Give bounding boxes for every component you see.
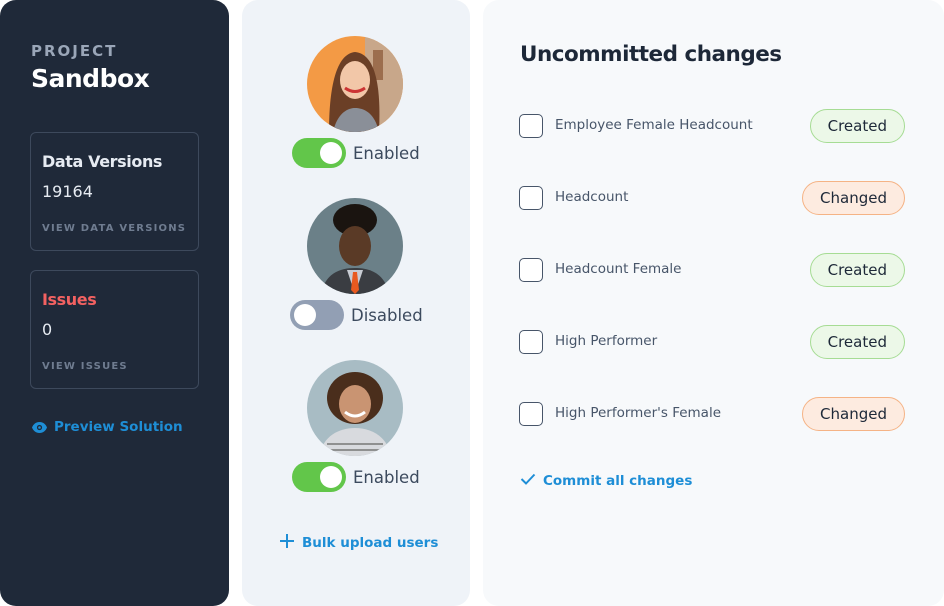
status-badge: Changed	[802, 397, 905, 431]
change-label: High Performer	[555, 333, 658, 349]
change-label: High Performer's Female	[555, 405, 722, 421]
user-toggle-row: Disabled	[290, 300, 423, 330]
commit-all-changes-button[interactable]: Commit all changes	[520, 473, 692, 489]
change-row: High Performer Created	[519, 325, 905, 359]
change-checkbox[interactable]	[519, 258, 543, 282]
commit-all-label: Commit all changes	[543, 473, 693, 489]
change-row: Headcount Female Created	[519, 253, 905, 287]
issues-count: 0	[42, 320, 53, 339]
change-checkbox[interactable]	[519, 186, 543, 210]
project-label: PROJECT	[31, 42, 118, 60]
user-status-toggle[interactable]	[290, 300, 344, 330]
change-checkbox[interactable]	[519, 402, 543, 426]
check-icon	[520, 473, 536, 489]
user-toggle-row: Enabled	[292, 462, 420, 492]
user-toggle-row: Enabled	[292, 138, 420, 168]
data-versions-count: 19164	[42, 182, 93, 201]
view-issues-link[interactable]: VIEW ISSUES	[42, 361, 128, 372]
change-row: Employee Female Headcount Created	[519, 109, 905, 143]
change-checkbox[interactable]	[519, 330, 543, 354]
project-sidebar: PROJECT Sandbox Data Versions 19164 VIEW…	[0, 0, 229, 606]
user-status-toggle[interactable]	[292, 138, 346, 168]
status-badge: Created	[809, 325, 905, 359]
user-avatar	[307, 36, 403, 132]
view-data-versions-link[interactable]: VIEW DATA VERSIONS	[42, 223, 186, 234]
project-name: Sandbox	[31, 64, 150, 93]
plus-icon	[279, 533, 295, 553]
change-label: Headcount Female	[555, 261, 682, 277]
change-label: Employee Female Headcount	[555, 117, 753, 133]
issues-title: Issues	[42, 290, 97, 309]
change-row: High Performer's Female Changed	[519, 397, 905, 431]
bulk-upload-users-button[interactable]: Bulk upload users	[279, 533, 438, 553]
uncommitted-changes-panel: Uncommitted changes Employee Female Head…	[483, 0, 944, 606]
data-versions-title: Data Versions	[42, 152, 163, 171]
preview-solution-link[interactable]: Preview Solution	[32, 419, 183, 435]
user-avatar	[307, 198, 403, 294]
preview-solution-label: Preview Solution	[54, 419, 183, 435]
user-status-label: Enabled	[353, 143, 420, 163]
change-checkbox[interactable]	[519, 114, 543, 138]
users-panel: Enabled Disabled Enabled Bulk upload use…	[242, 0, 470, 606]
status-badge: Created	[809, 109, 905, 143]
user-status-toggle[interactable]	[292, 462, 346, 492]
user-avatar	[307, 360, 403, 456]
issues-card: Issues 0 VIEW ISSUES	[30, 270, 199, 389]
data-versions-card: Data Versions 19164 VIEW DATA VERSIONS	[30, 132, 199, 251]
status-badge: Changed	[802, 181, 905, 215]
user-status-label: Disabled	[351, 305, 423, 325]
change-row: Headcount Changed	[519, 181, 905, 215]
panel-title: Uncommitted changes	[520, 42, 782, 67]
bulk-upload-label: Bulk upload users	[302, 535, 439, 551]
eye-icon	[32, 421, 47, 433]
user-status-label: Enabled	[353, 467, 420, 487]
status-badge: Created	[809, 253, 905, 287]
change-label: Headcount	[555, 189, 629, 205]
